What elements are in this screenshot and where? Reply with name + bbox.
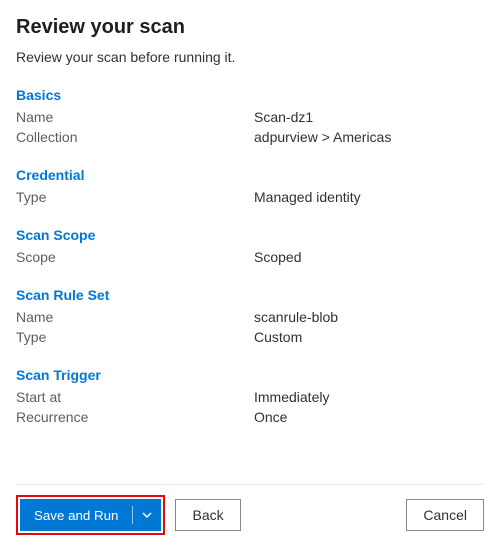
back-button[interactable]: Back bbox=[175, 499, 240, 531]
page-subtitle: Review your scan before running it. bbox=[16, 49, 484, 65]
section-credential: Credential Type Managed identity bbox=[16, 167, 484, 205]
save-run-highlight: Save and Run bbox=[16, 495, 165, 535]
page-title: Review your scan bbox=[16, 16, 484, 39]
ruleset-name-value: scanrule-blob bbox=[254, 309, 484, 325]
basics-name-value: Scan-dz1 bbox=[254, 109, 484, 125]
trigger-recurrence-value: Once bbox=[254, 409, 484, 425]
section-scope: Scan Scope Scope Scoped bbox=[16, 227, 484, 265]
basics-name-label: Name bbox=[16, 109, 254, 125]
scope-value: Scoped bbox=[254, 249, 484, 265]
section-title-trigger: Scan Trigger bbox=[16, 367, 484, 383]
trigger-start-value: Immediately bbox=[254, 389, 484, 405]
credential-type-value: Managed identity bbox=[254, 189, 484, 205]
save-and-run-label: Save and Run bbox=[20, 508, 132, 523]
section-title-credential: Credential bbox=[16, 167, 484, 183]
credential-type-label: Type bbox=[16, 189, 254, 205]
trigger-start-label: Start at bbox=[16, 389, 254, 405]
trigger-recurrence-label: Recurrence bbox=[16, 409, 254, 425]
section-trigger: Scan Trigger Start at Immediately Recurr… bbox=[16, 367, 484, 425]
ruleset-name-label: Name bbox=[16, 309, 254, 325]
ruleset-type-value: Custom bbox=[254, 329, 484, 345]
footer: Save and Run Back Cancel bbox=[16, 484, 484, 535]
chevron-down-icon[interactable] bbox=[133, 509, 161, 521]
section-title-basics: Basics bbox=[16, 87, 484, 103]
section-title-ruleset: Scan Rule Set bbox=[16, 287, 484, 303]
basics-collection-label: Collection bbox=[16, 129, 254, 145]
scope-label: Scope bbox=[16, 249, 254, 265]
cancel-button[interactable]: Cancel bbox=[406, 499, 484, 531]
save-and-run-button[interactable]: Save and Run bbox=[20, 499, 161, 531]
section-basics: Basics Name Scan-dz1 Collection adpurvie… bbox=[16, 87, 484, 145]
basics-collection-value: adpurview > Americas bbox=[254, 129, 484, 145]
ruleset-type-label: Type bbox=[16, 329, 254, 345]
section-ruleset: Scan Rule Set Name scanrule-blob Type Cu… bbox=[16, 287, 484, 345]
section-title-scope: Scan Scope bbox=[16, 227, 484, 243]
